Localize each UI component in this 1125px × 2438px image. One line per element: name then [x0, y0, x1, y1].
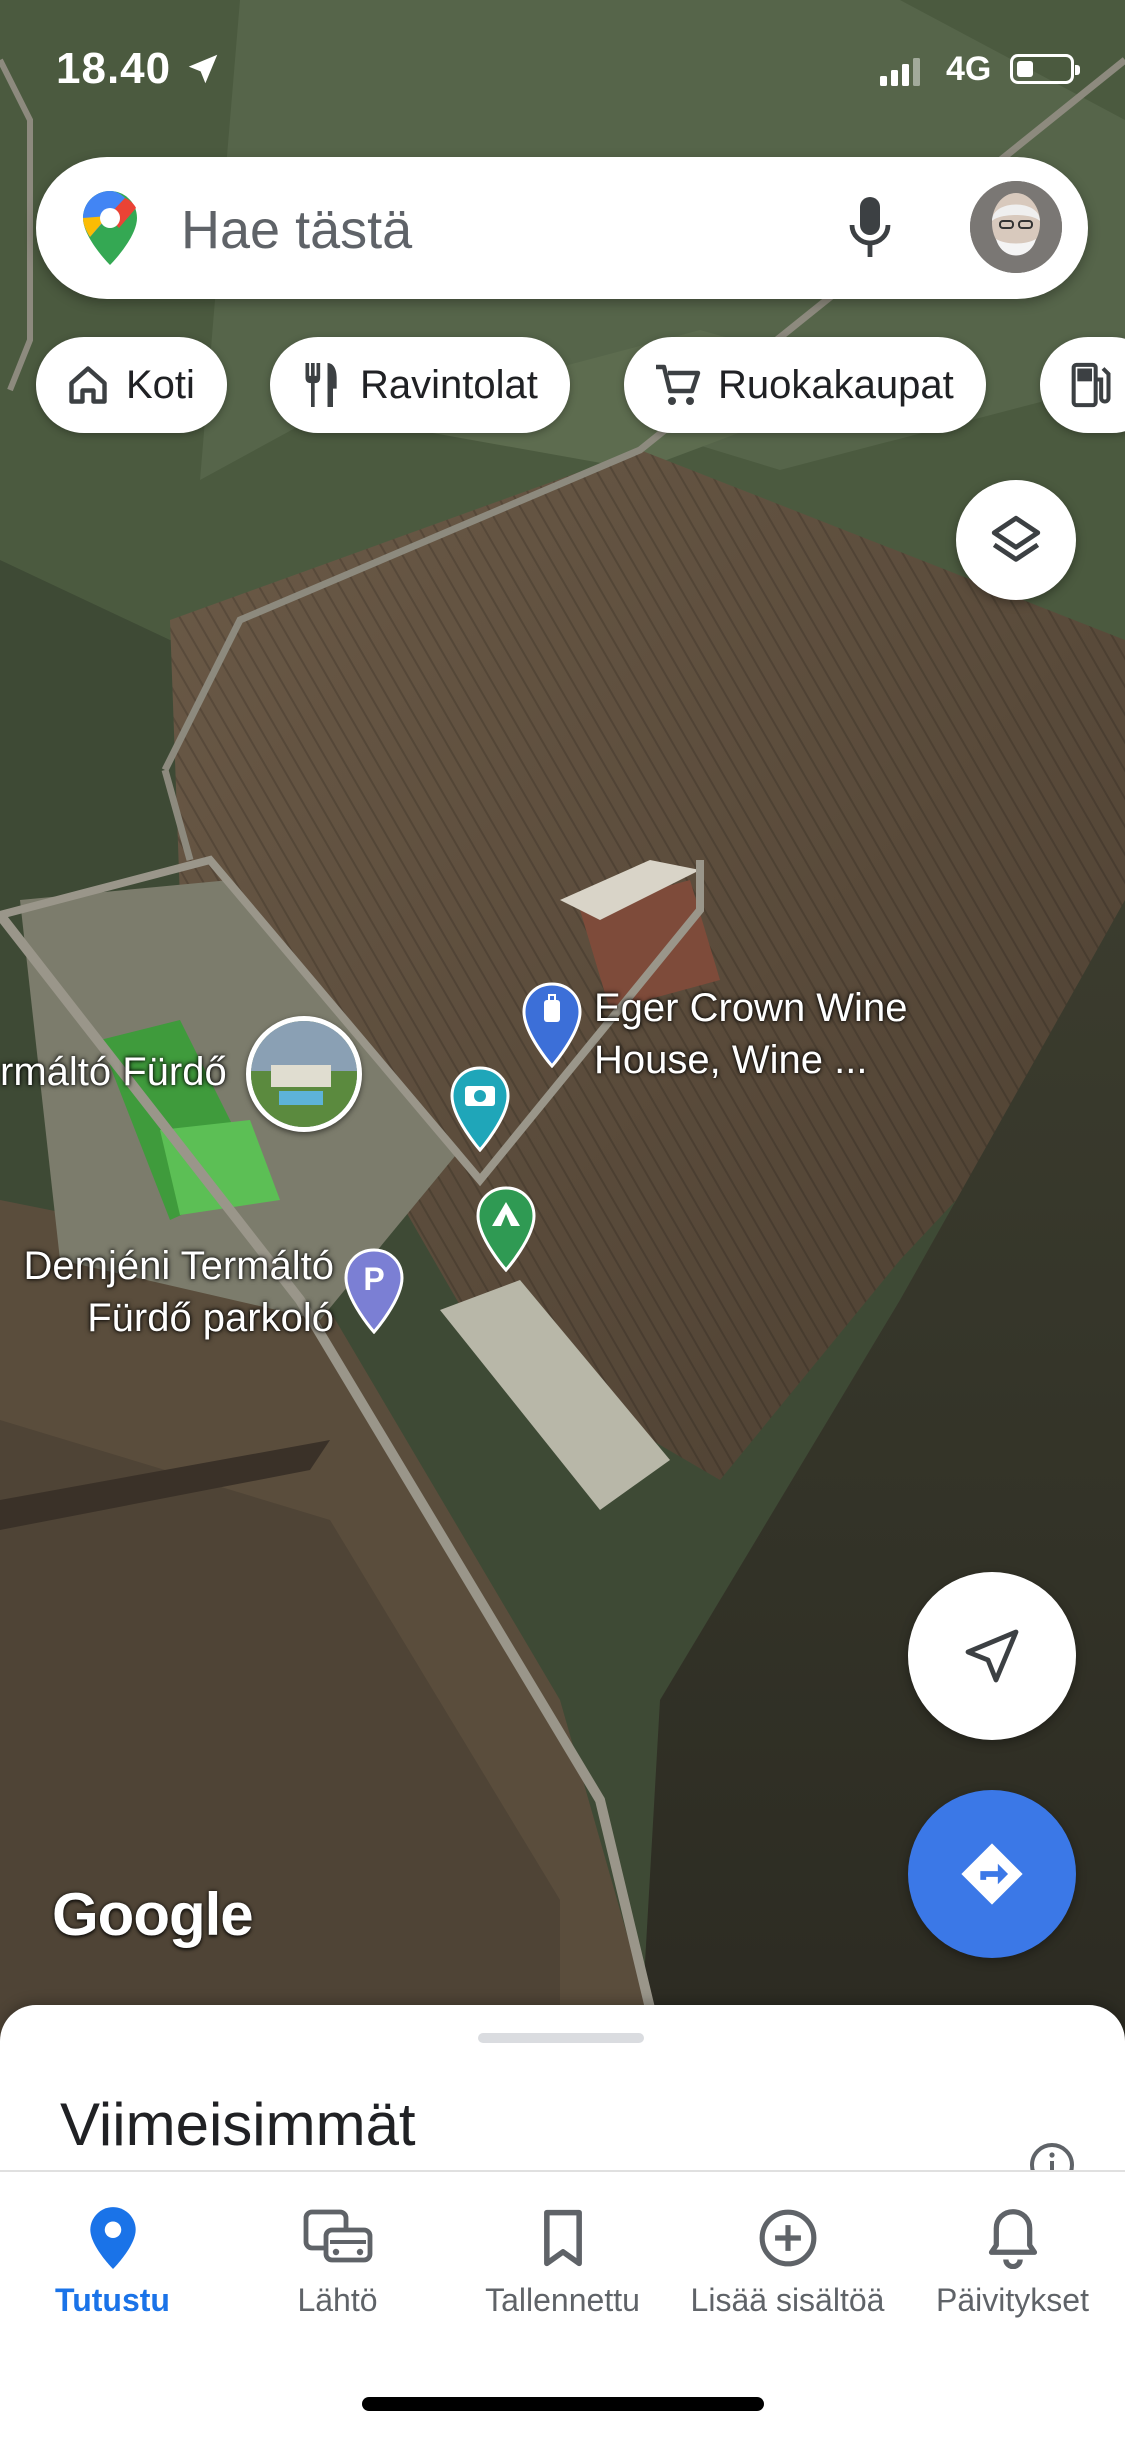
- profile-avatar[interactable]: [970, 181, 1062, 273]
- bell-icon: [988, 2209, 1037, 2269]
- status-time: 18.40: [56, 44, 172, 93]
- nav-saved[interactable]: Tallennettu: [450, 2200, 675, 2319]
- directions-button[interactable]: [908, 1790, 1076, 1958]
- search-bar[interactable]: Hae tästä: [36, 157, 1088, 299]
- google-attribution: Google: [52, 1881, 254, 1948]
- chip-groceries[interactable]: Ruokakaupat: [624, 337, 986, 433]
- restaurant-icon: [305, 363, 337, 407]
- network-type: 4G: [946, 50, 992, 88]
- chip-home[interactable]: Koti: [36, 337, 227, 433]
- explore-pin-icon: [89, 2207, 136, 2269]
- layers-icon: [991, 515, 1041, 562]
- camera-pin-icon[interactable]: [450, 1066, 510, 1157]
- status-bar: 18.40 4G: [0, 0, 1125, 140]
- photo-thumbnail[interactable]: [246, 1016, 362, 1132]
- chip-label: Koti: [126, 362, 195, 407]
- hotel-pin-icon[interactable]: [522, 982, 582, 1073]
- cart-icon: [656, 364, 701, 405]
- layers-button[interactable]: [956, 480, 1076, 600]
- google-maps-logo-icon: [80, 189, 140, 272]
- nav-contribute[interactable]: Lisää sisältöä: [675, 2200, 900, 2319]
- home-indicator: [362, 2397, 764, 2411]
- parking-pin-icon[interactable]: P: [344, 1248, 404, 1339]
- search-placeholder[interactable]: Hae tästä: [181, 199, 412, 261]
- chip-label: Ravintolat: [360, 362, 538, 407]
- bookmark-icon: [543, 2209, 582, 2267]
- nav-commute[interactable]: Lähtö: [225, 2200, 450, 2319]
- commute-icon: [303, 2209, 372, 2263]
- cellular-signal-icon: [880, 58, 924, 91]
- battery-icon: [1010, 54, 1080, 84]
- chip-restaurants[interactable]: Ravintolat: [270, 337, 570, 433]
- navigation-arrow-icon: [965, 1629, 1019, 1683]
- nav-updates[interactable]: Päivitykset: [900, 2200, 1125, 2319]
- chip-label: Ruokakaupat: [718, 362, 954, 407]
- gas-station-icon: [1071, 362, 1111, 408]
- microphone-icon[interactable]: [846, 195, 894, 266]
- location-arrow-icon: [184, 50, 222, 93]
- add-circle-icon: [759, 2209, 816, 2267]
- sheet-title: Viimeisimmät: [60, 2091, 416, 2158]
- place-label-wine-house[interactable]: Eger Crown Wine House, Wine ...: [594, 982, 907, 1086]
- chip-gas[interactable]: [1040, 337, 1125, 433]
- drag-handle[interactable]: [478, 2033, 644, 2043]
- my-location-button[interactable]: [908, 1572, 1076, 1740]
- home-icon: [69, 366, 107, 404]
- nav-explore[interactable]: Tutustu: [0, 2200, 225, 2319]
- svg-text:P: P: [363, 1261, 384, 1297]
- campground-pin-icon[interactable]: [476, 1186, 536, 1277]
- place-label-termalto[interactable]: rmáltó Fürdő: [0, 1050, 227, 1095]
- place-label-parking[interactable]: Demjéni Termáltó Fürdő parkoló: [4, 1240, 335, 1344]
- directions-icon: [961, 1843, 1023, 1905]
